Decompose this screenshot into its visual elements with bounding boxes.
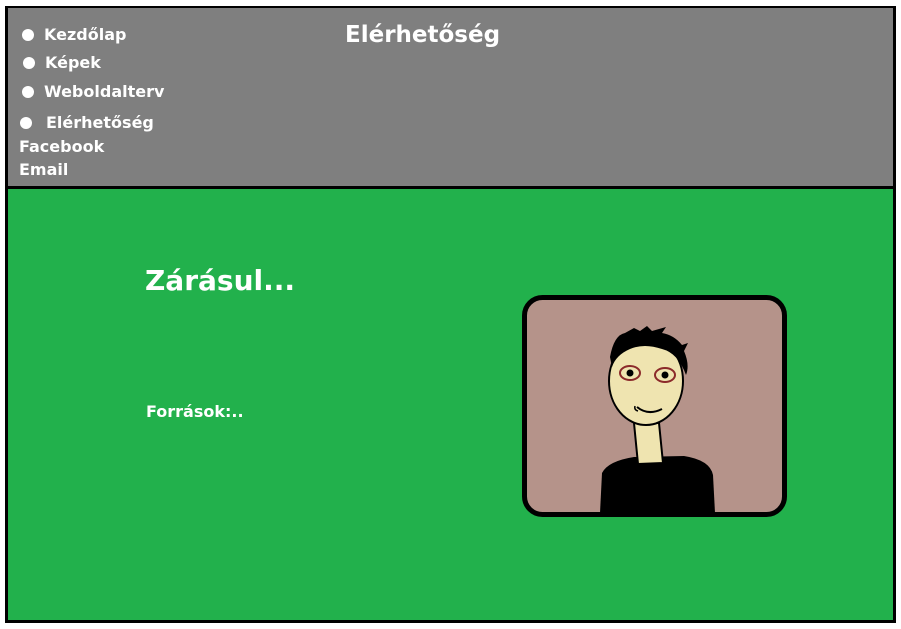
bullet-icon bbox=[22, 85, 34, 98]
neck bbox=[632, 422, 665, 466]
nav-item-weboldalterv[interactable]: Weboldalterv bbox=[22, 82, 164, 101]
nav-item-label: Kezdőlap bbox=[44, 25, 127, 44]
right-pupil bbox=[661, 371, 669, 379]
nav-item-label: Elérhetőség bbox=[46, 113, 154, 132]
closing-heading: Zárásul... bbox=[145, 264, 296, 297]
left-pupil bbox=[626, 369, 634, 377]
nav-item-elerhetoseg[interactable]: Elérhetőség bbox=[20, 113, 154, 132]
nav-item-kezdolap[interactable]: Kezdőlap bbox=[22, 25, 126, 44]
nav-item-kepek[interactable]: Képek bbox=[23, 53, 101, 72]
facebook-link[interactable]: Facebook bbox=[19, 137, 104, 156]
nav-item-label: Weboldalterv bbox=[44, 82, 165, 101]
page-title: Elérhetőség bbox=[345, 22, 501, 48]
torso bbox=[600, 456, 715, 513]
portrait-image bbox=[522, 295, 787, 517]
nav-item-label: Képek bbox=[45, 53, 101, 72]
sources-label: Források:.. bbox=[146, 402, 244, 421]
bullet-icon bbox=[23, 56, 35, 69]
email-link[interactable]: Email bbox=[19, 160, 68, 179]
bullet-icon bbox=[20, 116, 32, 129]
bullet-icon bbox=[22, 28, 34, 41]
